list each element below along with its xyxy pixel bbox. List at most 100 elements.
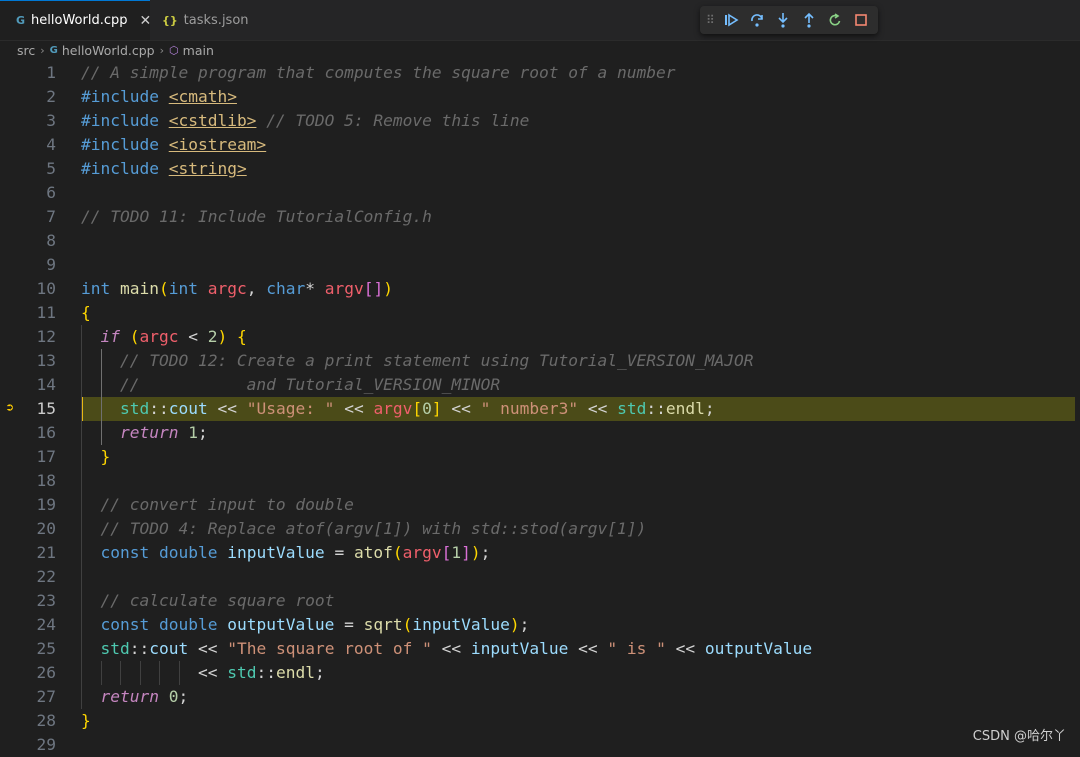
code-line[interactable]: 29	[0, 733, 1080, 757]
step-out-button[interactable]	[796, 8, 822, 32]
code-line[interactable]: 3 #include <cstdlib> // TODO 5: Remove th…	[0, 109, 1080, 133]
code-line[interactable]: 7 // TODO 11: Include TutorialConfig.h	[0, 205, 1080, 229]
line-number[interactable]: 19	[0, 493, 57, 517]
code-text: // TODO 4: Replace atof(argv[1]) with st…	[100, 519, 647, 538]
code-editor[interactable]: 1 // A simple program that computes the s…	[0, 61, 1080, 754]
symbol-method-icon: ⬡	[169, 43, 179, 57]
line-number[interactable]: 8	[0, 229, 56, 253]
code-text: #include <cstdlib> // TODO 5: Remove thi…	[81, 111, 530, 130]
code-text: return 0;	[100, 687, 189, 706]
indent-guide	[81, 325, 82, 709]
continue-button[interactable]	[718, 8, 744, 32]
code-line[interactable]: 5 #include <string>	[0, 157, 1080, 181]
line-number[interactable]: 2	[0, 85, 56, 109]
code-text: {	[81, 303, 91, 322]
line-number[interactable]: 7	[0, 205, 56, 229]
line-number[interactable]: 17	[0, 445, 57, 469]
code-line[interactable]: 17 }	[0, 445, 1080, 469]
code-line[interactable]: 28}	[0, 709, 1080, 733]
line-number[interactable]: 10	[0, 277, 57, 301]
breadcrumb-symbol[interactable]: main	[183, 43, 214, 58]
code-line[interactable]: 4 #include <iostream>	[0, 133, 1080, 157]
tab-helloworld-cpp[interactable]: G helloWorld.cpp ✕	[0, 0, 151, 40]
code-text: // convert input to double	[100, 495, 354, 514]
line-number[interactable]: 12	[0, 325, 57, 349]
line-number[interactable]: 9	[0, 253, 56, 277]
code-text: std::cout << "The square root of " << in…	[100, 639, 813, 658]
json-file-icon: {}	[162, 13, 178, 27]
continue-icon	[725, 13, 739, 27]
code-line[interactable]: 13 // TODO 12: Create a print statement …	[0, 349, 1080, 373]
line-number[interactable]: 25	[0, 637, 57, 661]
code-line[interactable]: 23 // calculate square root	[0, 589, 1080, 613]
code-text: // TODO 11: Include TutorialConfig.h	[81, 207, 432, 226]
code-text: if (argc < 2) {	[100, 327, 247, 346]
code-text: const double inputValue = atof(argv[1]);	[100, 543, 491, 562]
code-line[interactable]: 19 // convert input to double	[0, 493, 1080, 517]
line-number[interactable]: 3	[0, 109, 56, 133]
code-line[interactable]: 14 // and Tutorial_VERSION_MINOR	[0, 373, 1080, 397]
tab-label: helloWorld.cpp	[31, 13, 128, 28]
line-number[interactable]: 1	[0, 61, 56, 85]
line-number[interactable]: 21	[0, 541, 57, 565]
code-text: << std::endl;	[197, 663, 325, 682]
line-number[interactable]: 14	[0, 373, 57, 397]
breadcrumb-file[interactable]: helloWorld.cpp	[62, 43, 155, 58]
chevron-right-icon: ›	[40, 43, 45, 57]
line-number[interactable]: 4	[0, 133, 56, 157]
line-number[interactable]: 29	[0, 733, 57, 757]
line-number[interactable]: 11	[0, 301, 57, 325]
indent-guide	[100, 349, 102, 445]
cpp-file-icon: G	[16, 14, 26, 27]
code-line[interactable]: 21 const double inputValue = atof(argv[1…	[0, 541, 1080, 565]
debug-toolbar: ⠿	[700, 6, 878, 34]
cpp-file-icon: G	[49, 44, 58, 56]
code-line[interactable]: 6	[0, 181, 1080, 205]
drag-handle-icon[interactable]: ⠿	[706, 13, 718, 27]
code-line[interactable]: 11 {	[0, 301, 1080, 325]
line-number[interactable]: 22	[0, 565, 57, 589]
line-number[interactable]: 28	[0, 709, 57, 733]
tab-tasks-json[interactable]: {} tasks.json	[150, 0, 260, 40]
line-number[interactable]: 5	[0, 157, 56, 181]
code-line[interactable]: 8	[0, 229, 1080, 253]
code-line[interactable]: 20 // TODO 4: Replace atof(argv[1]) with…	[0, 517, 1080, 541]
line-number[interactable]: 18	[0, 469, 57, 493]
code-text: const double outputValue = sqrt(inputVal…	[100, 615, 530, 634]
line-number[interactable]: 16	[0, 421, 57, 445]
line-number[interactable]: 26	[0, 661, 57, 685]
step-over-button[interactable]	[744, 8, 770, 32]
line-number[interactable]: 13	[0, 349, 57, 373]
code-line[interactable]: 18	[0, 469, 1080, 493]
line-number[interactable]: 15	[0, 397, 57, 421]
line-number[interactable]: 27	[0, 685, 57, 709]
code-line[interactable]: 27 return 0;	[0, 685, 1080, 709]
step-into-icon	[778, 13, 788, 28]
code-line[interactable]: 24 const double outputValue = sqrt(input…	[0, 613, 1080, 637]
code-line[interactable]: 1 // A simple program that computes the s…	[0, 61, 1080, 85]
line-number[interactable]: 23	[0, 589, 57, 613]
line-number[interactable]: 20	[0, 517, 57, 541]
step-out-icon	[804, 12, 814, 28]
line-number[interactable]: 24	[0, 613, 57, 637]
line-number[interactable]: 6	[0, 181, 56, 205]
indent-guide	[120, 661, 122, 685]
code-line[interactable]: 9	[0, 253, 1080, 277]
code-line[interactable]: 25 std::cout << "The square root of " <<…	[0, 637, 1080, 661]
code-line[interactable]: 2 #include <cmath>	[0, 85, 1080, 109]
code-text: std::cout << "Usage: " << argv[0] << " n…	[119, 399, 715, 418]
restart-icon	[829, 13, 841, 26]
code-text: // A simple program that computes the sq…	[81, 63, 676, 82]
code-line[interactable]: ➲ 15 std::cout << "Usage: " << argv[0] <<…	[0, 397, 1080, 421]
breadcrumb-src[interactable]: src	[17, 43, 35, 58]
stop-button[interactable]	[848, 8, 874, 32]
code-line[interactable]: 22	[0, 565, 1080, 589]
code-line[interactable]: 26 << std::endl;	[0, 661, 1080, 685]
code-line[interactable]: 10 int main(int argc, char* argv[])	[0, 277, 1080, 301]
code-line[interactable]: 16 return 1;	[0, 421, 1080, 445]
indent-guide	[159, 661, 161, 685]
restart-button[interactable]	[822, 8, 848, 32]
code-line[interactable]: 12 if (argc < 2) {	[0, 325, 1080, 349]
indent-guide	[100, 661, 102, 685]
step-into-button[interactable]	[770, 8, 796, 32]
